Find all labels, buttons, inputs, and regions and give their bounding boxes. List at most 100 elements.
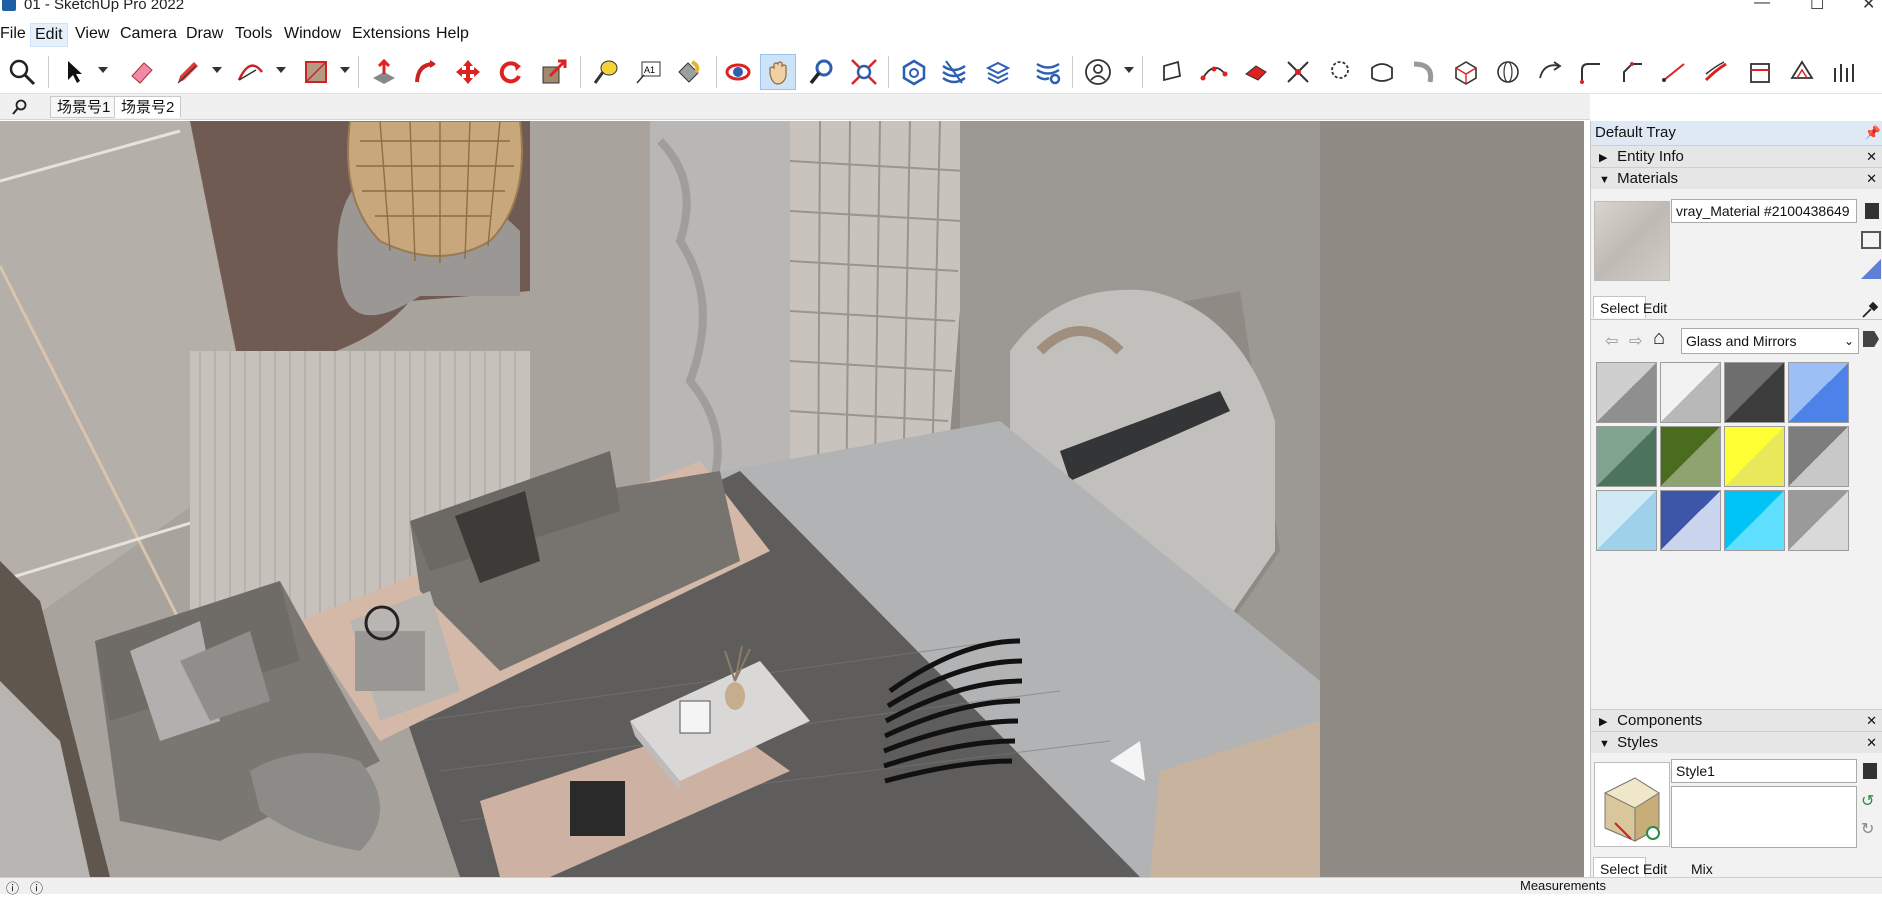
extension-box-icon[interactable] bbox=[1448, 54, 1484, 90]
create-style-icon[interactable] bbox=[1863, 763, 1877, 779]
material-swatch[interactable] bbox=[1596, 362, 1657, 423]
close-panel-icon[interactable]: ✕ bbox=[1866, 168, 1877, 190]
menu-tools[interactable]: Tools bbox=[235, 25, 272, 43]
material-name-field[interactable]: vray_Material #2100438649 bbox=[1671, 199, 1857, 223]
select-arrow-icon[interactable] bbox=[56, 54, 92, 90]
extension-red-shape-icon[interactable] bbox=[1238, 54, 1274, 90]
styles-panel-header[interactable]: ▼ Styles ✕ bbox=[1591, 731, 1882, 753]
warehouse-icon[interactable] bbox=[896, 54, 932, 90]
material-library-select[interactable]: Glass and Mirrors ⌄ bbox=[1681, 328, 1859, 354]
eraser-icon[interactable] bbox=[124, 54, 160, 90]
tags-settings-icon[interactable] bbox=[1030, 54, 1066, 90]
update-style-icon[interactable]: ↺ bbox=[1861, 791, 1874, 811]
texture-folder-icon[interactable] bbox=[1861, 231, 1881, 249]
shape-dropdown-arrow[interactable] bbox=[340, 67, 350, 73]
menu-edit[interactable]: Edit bbox=[30, 23, 68, 47]
extension-frame-icon[interactable] bbox=[1742, 54, 1778, 90]
menu-help[interactable]: Help bbox=[436, 25, 469, 43]
entity-info-panel-header[interactable]: ▶ Entity Info ✕ bbox=[1591, 145, 1882, 167]
components-panel-header[interactable]: ▶ Components ✕ bbox=[1591, 709, 1882, 731]
orbit-icon[interactable] bbox=[720, 54, 756, 90]
refresh-icon[interactable]: ↻ bbox=[1861, 819, 1874, 839]
account-dropdown-arrow[interactable] bbox=[1124, 67, 1134, 73]
close-panel-icon[interactable]: ✕ bbox=[1866, 732, 1877, 754]
menu-view[interactable]: View bbox=[75, 25, 109, 43]
push-pull-icon[interactable] bbox=[366, 54, 402, 90]
menu-file[interactable]: File bbox=[0, 25, 26, 43]
material-swatch[interactable] bbox=[1724, 426, 1785, 487]
details-arrow-icon[interactable] bbox=[1863, 331, 1879, 347]
back-arrow-icon[interactable]: ⇦ bbox=[1605, 331, 1618, 351]
rectangle-icon[interactable] bbox=[298, 54, 334, 90]
arc-dropdown-arrow[interactable] bbox=[276, 67, 286, 73]
info-icon[interactable]: ⓘ bbox=[6, 878, 19, 897]
select-dropdown-arrow[interactable] bbox=[98, 67, 108, 73]
material-swatch[interactable] bbox=[1660, 362, 1721, 423]
pan-hand-icon[interactable] bbox=[760, 54, 796, 90]
material-swatch[interactable] bbox=[1788, 362, 1849, 423]
close-panel-icon[interactable]: ✕ bbox=[1866, 710, 1877, 732]
style-name-field[interactable]: Style1 bbox=[1671, 759, 1857, 783]
menu-extensions[interactable]: Extensions bbox=[352, 25, 430, 43]
arc-icon[interactable] bbox=[232, 54, 268, 90]
home-icon[interactable]: ⌂ bbox=[1653, 327, 1665, 350]
extension-fillet-icon[interactable] bbox=[1572, 54, 1608, 90]
extension-roof-icon[interactable] bbox=[1784, 54, 1820, 90]
extension-array-icon[interactable] bbox=[1826, 54, 1862, 90]
line-dropdown-arrow[interactable] bbox=[212, 67, 222, 73]
pin-icon[interactable]: 📌 bbox=[1865, 121, 1881, 145]
extension-chamfer-icon[interactable] bbox=[1614, 54, 1650, 90]
material-swatch[interactable] bbox=[1724, 362, 1785, 423]
zoom-extents-icon[interactable] bbox=[846, 54, 882, 90]
close-button[interactable]: ✕ bbox=[1862, 0, 1875, 14]
materials-edit-tab[interactable]: Edit bbox=[1637, 297, 1673, 319]
curve-points-icon[interactable] bbox=[1196, 54, 1232, 90]
zoom-icon[interactable] bbox=[804, 54, 840, 90]
layers-icon[interactable] bbox=[980, 54, 1016, 90]
material-swatch[interactable] bbox=[1596, 426, 1657, 487]
material-swatch[interactable] bbox=[1660, 426, 1721, 487]
scale-icon[interactable] bbox=[536, 54, 572, 90]
follow-me-icon[interactable] bbox=[408, 54, 444, 90]
style-description-field[interactable] bbox=[1671, 786, 1857, 848]
close-panel-icon[interactable]: ✕ bbox=[1866, 146, 1877, 168]
paint-bucket-icon[interactable] bbox=[670, 54, 706, 90]
section-plane-icon[interactable] bbox=[936, 54, 972, 90]
material-swatch[interactable] bbox=[1788, 490, 1849, 551]
user-account-icon[interactable] bbox=[1080, 54, 1116, 90]
menu-draw[interactable]: Draw bbox=[186, 25, 223, 43]
minimize-button[interactable]: — bbox=[1754, 0, 1770, 12]
menu-camera[interactable]: Camera bbox=[120, 25, 177, 43]
scene-search-icon[interactable] bbox=[12, 99, 28, 120]
material-swatch[interactable] bbox=[1724, 490, 1785, 551]
extension-cross-icon[interactable] bbox=[1280, 54, 1316, 90]
extension-line-icon[interactable] bbox=[1656, 54, 1692, 90]
model-viewport[interactable] bbox=[0, 121, 1584, 877]
extension-sweep-icon[interactable] bbox=[1698, 54, 1734, 90]
extension-sphere-icon[interactable] bbox=[1490, 54, 1526, 90]
maximize-button[interactable]: ☐ bbox=[1810, 0, 1824, 14]
extension-tool-icon[interactable] bbox=[1154, 54, 1190, 90]
style-preview-thumbnail[interactable] bbox=[1594, 762, 1670, 847]
scene-tab-1[interactable]: 场景号1 bbox=[50, 96, 118, 118]
search-icon[interactable] bbox=[4, 54, 40, 90]
tape-measure-icon[interactable] bbox=[588, 54, 624, 90]
menu-window[interactable]: Window bbox=[284, 25, 341, 43]
create-material-icon[interactable] bbox=[1865, 203, 1879, 219]
scene-tab-2[interactable]: 场景号2 bbox=[114, 96, 182, 118]
move-icon[interactable] bbox=[450, 54, 486, 90]
material-swatch[interactable] bbox=[1660, 490, 1721, 551]
extension-lasso-icon[interactable] bbox=[1322, 54, 1358, 90]
materials-panel-header[interactable]: ▼ Materials ✕ bbox=[1591, 167, 1882, 189]
material-preview-swatch[interactable] bbox=[1594, 201, 1670, 281]
extension-curve-arrow-icon[interactable] bbox=[1532, 54, 1568, 90]
material-swatch[interactable] bbox=[1596, 490, 1657, 551]
extension-bend-icon[interactable] bbox=[1406, 54, 1442, 90]
material-swatch[interactable] bbox=[1788, 426, 1849, 487]
rotate-icon[interactable] bbox=[492, 54, 528, 90]
geolocation-icon[interactable]: ⓘ bbox=[30, 878, 43, 897]
display-secondary-selection-icon[interactable] bbox=[1861, 259, 1881, 279]
forward-arrow-icon[interactable]: ⇨ bbox=[1629, 331, 1642, 351]
extension-cushion-icon[interactable] bbox=[1364, 54, 1400, 90]
pencil-line-icon[interactable] bbox=[170, 54, 206, 90]
